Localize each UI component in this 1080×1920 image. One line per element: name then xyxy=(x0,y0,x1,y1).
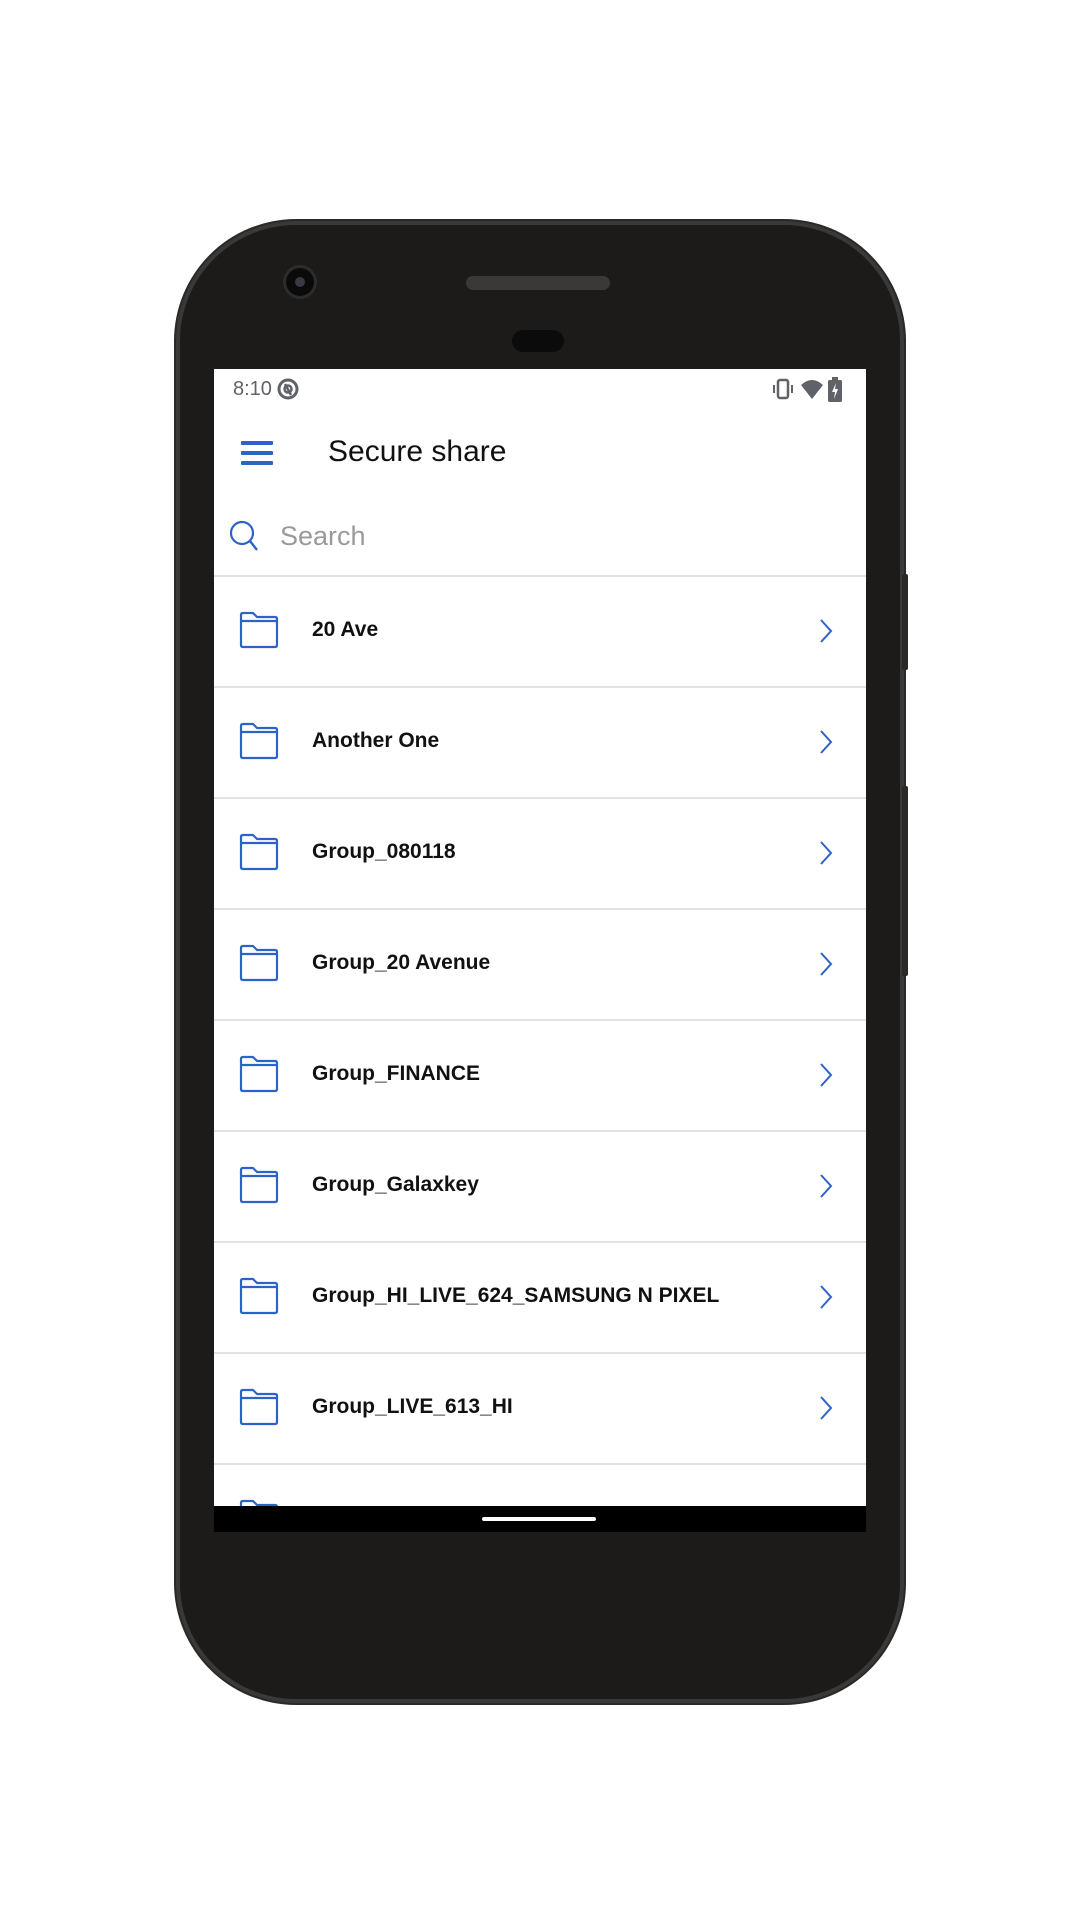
page-title: Secure share xyxy=(328,435,507,468)
navigation-bar xyxy=(214,1506,866,1532)
home-gesture-handle[interactable] xyxy=(482,1517,596,1521)
chevron-right-icon xyxy=(820,1174,833,1198)
proximity-sensor xyxy=(512,330,564,352)
search-bar xyxy=(214,497,866,577)
folder-name: Another One xyxy=(312,729,440,752)
folder-name: Group_20 Avenue xyxy=(312,951,491,974)
folder-name: Group_LIVE_613_HI xyxy=(312,1395,513,1418)
folder-list: 20 Ave Another One Group_080118 Group_20… xyxy=(214,577,866,1532)
power-button xyxy=(902,574,908,670)
chevron-right-icon xyxy=(820,619,833,643)
folder-list-item[interactable]: Group_LIVE_613_HI xyxy=(214,1354,866,1465)
chevron-right-icon xyxy=(820,841,833,865)
front-camera xyxy=(286,268,314,296)
battery-charging-icon xyxy=(828,377,842,402)
folder-icon xyxy=(239,833,279,871)
folder-list-item[interactable]: 20 Ave xyxy=(214,577,866,688)
chevron-right-icon xyxy=(820,1285,833,1309)
folder-name: Group_HI_LIVE_624_SAMSUNG N PIXEL xyxy=(312,1284,720,1307)
chevron-right-icon xyxy=(820,1396,833,1420)
folder-icon xyxy=(239,944,279,982)
sync-icon xyxy=(277,378,299,400)
screen: 8:10 Secure share Search 20 Ave Another … xyxy=(214,369,866,1532)
chevron-right-icon xyxy=(820,1063,833,1087)
volume-button xyxy=(902,786,908,976)
vibrate-icon xyxy=(773,378,793,400)
folder-icon xyxy=(239,1388,279,1426)
folder-list-item[interactable]: Group_080118 xyxy=(214,799,866,910)
folder-list-item[interactable]: Group_Galaxkey xyxy=(214,1132,866,1243)
folder-name: Group_080118 xyxy=(312,840,456,863)
folder-name: 20 Ave xyxy=(312,618,379,641)
folder-list-item[interactable]: Group_20 Avenue xyxy=(214,910,866,1021)
status-time: 8:10 xyxy=(233,378,272,400)
folder-list-item[interactable]: Group_HI_LIVE_624_SAMSUNG N PIXEL xyxy=(214,1243,866,1354)
hamburger-menu-icon[interactable] xyxy=(241,441,273,465)
chevron-right-icon xyxy=(820,952,833,976)
folder-icon xyxy=(239,1166,279,1204)
folder-name: Group_FINANCE xyxy=(312,1062,480,1085)
folder-icon xyxy=(239,722,279,760)
chevron-right-icon xyxy=(820,730,833,754)
search-input[interactable] xyxy=(278,515,842,557)
folder-icon xyxy=(239,611,279,649)
folder-icon xyxy=(239,1277,279,1315)
status-bar: 8:10 xyxy=(214,369,866,411)
search-icon xyxy=(229,520,258,551)
app-bar: Secure share xyxy=(214,411,866,497)
earpiece-speaker xyxy=(466,276,610,290)
folder-name: Group_Galaxkey xyxy=(312,1173,479,1196)
folder-list-item[interactable]: Group_FINANCE xyxy=(214,1021,866,1132)
folder-icon xyxy=(239,1055,279,1093)
folder-list-item[interactable]: Another One xyxy=(214,688,866,799)
wifi-icon xyxy=(801,380,823,399)
